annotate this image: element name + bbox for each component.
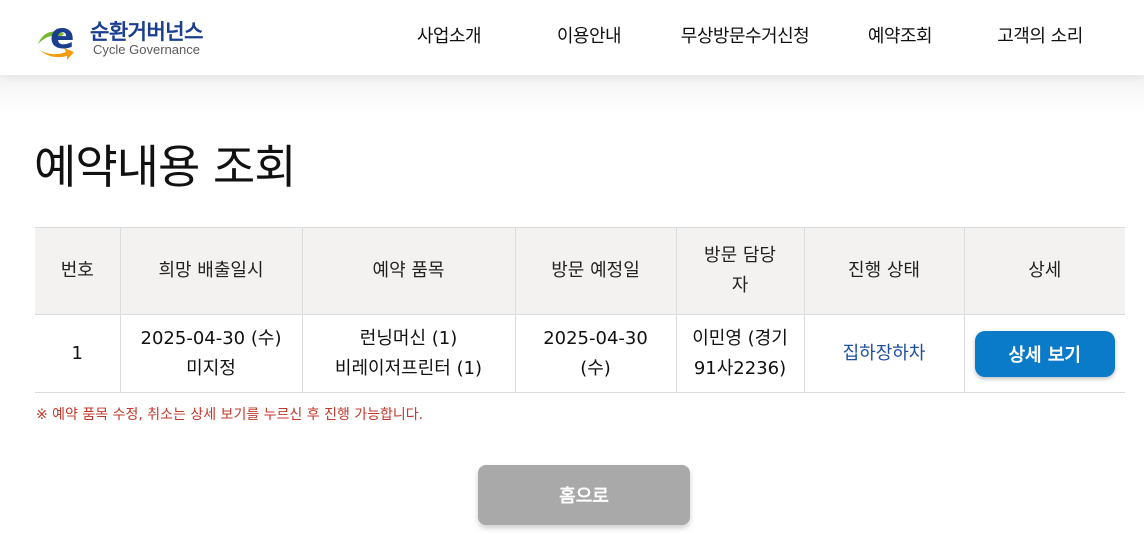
page-title: 예약내용 조회 [34,140,297,194]
visit-date-line1: 2025-04-30 [543,327,648,349]
nav-item-free-pickup-request[interactable]: 무상방문수거신청 [681,22,810,48]
reservation-table: 번호 희망 배출일시 예약 품목 방문 예정일 방문 담당 자 진행 상태 상세… [35,227,1125,393]
header-shadow [0,75,1144,115]
cell-no: 1 [35,314,120,393]
item-entry: 비레이저프린터 (1) [334,357,483,379]
header-items: 예약 품목 [301,227,515,315]
site-header: e 순환거버넌스 Cycle Governance 사업소개 이용안내 무상방문… [0,0,1144,75]
desired-time-value: 미지정 [186,357,236,379]
item-entry: 런닝머신 (1) [359,327,458,349]
table-row: 1 2025-04-30 (수) 미지정 런닝머신 (1) 비레이저프린터 (1… [35,314,1125,393]
status-text: 집하장하차 [842,342,926,364]
nav-item-reservation-inquiry[interactable]: 예약조회 [868,22,933,48]
logo-e-icon: e [38,16,74,60]
nav-item-customer-voice[interactable]: 고객의 소리 [997,22,1083,48]
header-manager-line2: 자 [731,275,749,296]
cell-manager: 이민영 (경기 91사2236) [675,314,804,393]
header-manager-line1: 방문 담당 [704,245,776,266]
header-status: 진행 상태 [803,227,964,315]
header-detail: 상세 [963,227,1125,315]
visit-date-line2: (수) [580,357,611,379]
view-detail-button[interactable]: 상세 보기 [974,330,1115,377]
header-no: 번호 [35,227,120,315]
edit-cancel-notice: ※ 예약 품목 수정, 취소는 상세 보기를 누르신 후 진행 가능합니다. [36,407,424,423]
header-visit-date: 방문 예정일 [514,227,676,315]
cell-desired-date: 2025-04-30 (수) 미지정 [119,314,302,393]
cell-visit-date: 2025-04-30 (수) [514,314,676,393]
manager-line1: 이민영 (경기 [692,327,788,349]
cell-detail: 상세 보기 [963,314,1125,393]
cell-items: 런닝머신 (1) 비레이저프린터 (1) [301,314,515,393]
cell-status: 집하장하차 [803,314,964,393]
svg-text:e: e [50,16,74,57]
desired-date-value: 2025-04-30 (수) [140,327,282,349]
nav-item-usage-guide[interactable]: 이용안내 [557,22,622,48]
header-desired-date: 희망 배출일시 [119,227,302,315]
nav-item-business-intro[interactable]: 사업소개 [417,22,482,48]
brand-name-en: Cycle Governance [93,42,200,57]
header-manager: 방문 담당 자 [675,227,804,315]
home-button[interactable]: 홈으로 [478,465,690,525]
manager-line2: 91사2236) [693,357,787,379]
brand-logo[interactable]: e 순환거버넌스 Cycle Governance [34,14,224,62]
table-header-row: 번호 희망 배출일시 예약 품목 방문 예정일 방문 담당 자 진행 상태 상세 [35,227,1125,315]
